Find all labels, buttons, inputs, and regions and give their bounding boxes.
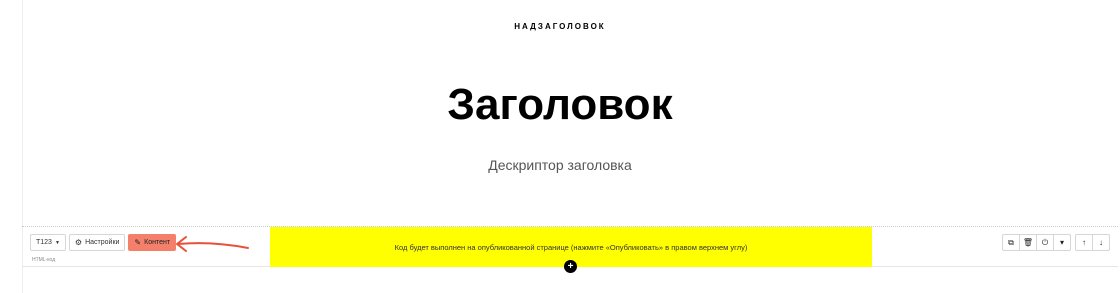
- content-label: Контент: [144, 239, 171, 246]
- move-up-icon[interactable]: ↑: [1075, 234, 1093, 251]
- chevron-down-icon: ▼: [54, 239, 60, 246]
- block-actions-group: ⧉ 🗑 ⏻ ▾: [1002, 234, 1071, 251]
- delete-icon[interactable]: 🗑: [1019, 234, 1037, 251]
- move-group: ↑ ↓: [1075, 234, 1110, 251]
- more-caret-icon[interactable]: ▾: [1053, 234, 1071, 251]
- copy-icon[interactable]: ⧉: [1002, 234, 1020, 251]
- power-icon[interactable]: ⏻: [1036, 234, 1054, 251]
- pencil-icon: ✎: [134, 238, 142, 247]
- page-title: Заголовок: [447, 80, 673, 129]
- code-notice-text: Код будет выполнен на опубликованной стр…: [394, 242, 748, 252]
- gear-icon: ⚙: [74, 238, 83, 247]
- settings-label: Настройки: [85, 239, 120, 246]
- content-button[interactable]: ✎ Контент: [128, 234, 177, 251]
- title-descriptor: Дескриптор заголовка: [488, 157, 632, 173]
- overline-text: НАДЗАГОЛОВОК: [514, 22, 606, 31]
- annotation-arrow: [176, 236, 249, 252]
- add-block-button[interactable]: +: [564, 260, 577, 273]
- block-right-toolbar: ⧉ 🗑 ⏻ ▾ ↑ ↓: [1002, 234, 1110, 251]
- move-down-icon[interactable]: ↓: [1092, 234, 1110, 251]
- block-left-toolbar: T123 ▼ ⚙ Настройки ✎ Контент: [30, 234, 177, 251]
- block-type-label: T123: [36, 239, 52, 246]
- header-block[interactable]: НАДЗАГОЛОВОК Заголовок Дескриптор заголо…: [0, 0, 1120, 225]
- block-type-dropdown[interactable]: T123 ▼: [30, 234, 66, 251]
- block-code-label: HTML-код: [32, 257, 56, 263]
- settings-button[interactable]: ⚙ Настройки: [68, 234, 126, 251]
